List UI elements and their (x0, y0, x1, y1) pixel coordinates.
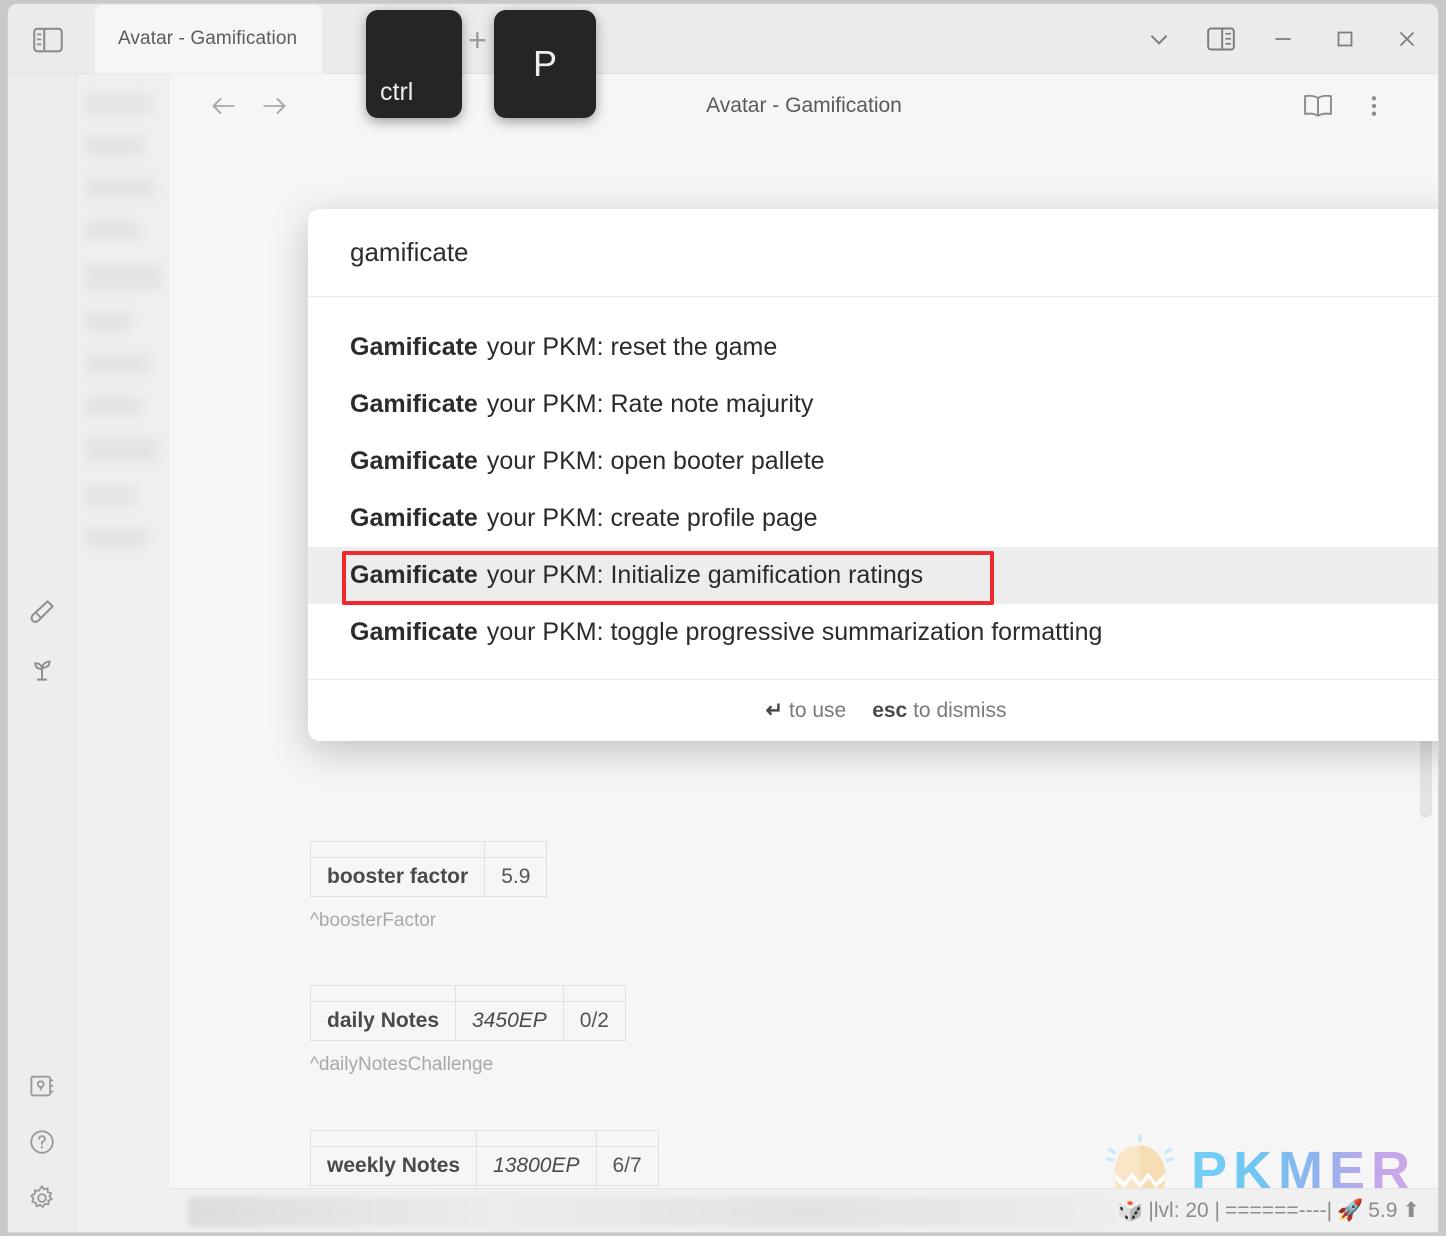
app-window: Avatar - Gamification Avatar - Gamificat… (8, 4, 1438, 1232)
dice-icon: 🎲 (1117, 1198, 1144, 1222)
sidebar-toggle-icon[interactable] (28, 21, 68, 59)
file-item-redacted (84, 528, 148, 548)
palette-item-label: your PKM: create profile page (486, 504, 818, 532)
help-circle-icon[interactable] (22, 1122, 62, 1162)
palette-item-label: your PKM: open booter pallete (486, 447, 825, 475)
esc-hint-text: to dismiss (913, 698, 1007, 722)
keycap-ctrl: ctrl (366, 10, 462, 118)
enter-hint-text: to use (788, 699, 847, 722)
palette-item[interactable]: Gamificate your PKM: create profile page (308, 490, 1438, 547)
tab-avatar-gamification[interactable]: Avatar - Gamification (94, 4, 324, 74)
palette-item-label: your PKM: toggle progressive summarizati… (486, 618, 1103, 646)
tab-strip: Avatar - Gamification (94, 4, 324, 74)
up-arrow-icon: ⬆ (1402, 1199, 1420, 1222)
palette-item-prefix: Gamificate (350, 561, 478, 589)
sprout-icon[interactable] (22, 649, 62, 689)
palette-enter-hint: ↵ to use (766, 698, 847, 723)
palette-footer: ↵ to use esc to dismiss (308, 679, 1438, 741)
file-item-redacted (84, 312, 132, 332)
palette-item-selected[interactable]: Gamificate your PKM: Initialize gamifica… (308, 547, 1438, 604)
palette-results-list: Gamificate your PKM: reset the game Gami… (308, 297, 1438, 671)
command-palette[interactable]: Gamificate your PKM: reset the game Gami… (308, 209, 1438, 741)
gamification-status[interactable]: 🎲 |lvl: 20 | ======----| 🚀 5.9 ⬆ (1117, 1198, 1420, 1223)
palette-item[interactable]: Gamificate your PKM: reset the game (308, 319, 1438, 376)
xp-progress-track: ======----| (1225, 1198, 1333, 1222)
pen-icon[interactable] (22, 592, 62, 632)
keycap-p-label: P (532, 43, 557, 84)
file-item-redacted (84, 178, 156, 198)
palette-input-row[interactable] (308, 209, 1438, 297)
file-item-redacted (84, 136, 144, 156)
palette-esc-hint: esc to dismiss (872, 699, 1006, 723)
main-view: Avatar - Gamification booster factor 5.9… (170, 74, 1438, 1188)
file-explorer-sidebar[interactable] (76, 74, 170, 1232)
palette-item-prefix: Gamificate (350, 618, 478, 646)
title-bar: Avatar - Gamification (8, 4, 1438, 74)
left-ribbon (8, 74, 76, 1232)
rocket-icon: 🚀 (1337, 1198, 1364, 1222)
level-text: |lvl: 20 | (1148, 1198, 1221, 1222)
palette-item-prefix: Gamificate (350, 390, 478, 418)
vault-icon[interactable] (22, 1066, 62, 1106)
enter-key-glyph: ↵ (765, 699, 784, 722)
palette-item-label: your PKM: reset the game (486, 333, 778, 361)
palette-item-label: your PKM: Initialize gamification rating… (486, 561, 924, 589)
command-search-input[interactable] (350, 237, 1422, 268)
palette-item[interactable]: Gamificate your PKM: toggle progressive … (308, 604, 1438, 661)
keycap-ctrl-label: ctrl (380, 78, 414, 106)
keycap-plus-separator: + (468, 22, 487, 58)
status-bar: 🎲 |lvl: 20 | ======----| 🚀 5.9 ⬆ (170, 1188, 1438, 1232)
modal-backdrop[interactable]: Gamificate your PKM: reset the game Gami… (170, 74, 1438, 1188)
file-item-redacted (84, 264, 162, 290)
file-item-redacted (84, 396, 142, 416)
split-pane-icon[interactable] (1190, 4, 1252, 74)
status-bar-redacted-text (188, 1197, 1118, 1227)
keycap-p: P (494, 10, 596, 118)
palette-item-prefix: Gamificate (350, 447, 478, 475)
palette-item-label: your PKM: Rate note majurity (486, 390, 814, 418)
file-item-redacted (84, 438, 158, 462)
palette-item-prefix: Gamificate (350, 333, 478, 361)
maximize-icon[interactable] (1314, 4, 1376, 74)
palette-item-prefix: Gamificate (350, 504, 478, 532)
esc-key-glyph: esc (872, 698, 908, 722)
tab-label: Avatar - Gamification (118, 28, 298, 49)
file-item-redacted (84, 94, 152, 114)
file-item-redacted (84, 486, 136, 506)
booster-value: 5.9 (1368, 1198, 1398, 1222)
file-item-redacted (84, 220, 140, 240)
gear-icon[interactable] (22, 1178, 62, 1218)
minimize-icon[interactable] (1252, 4, 1314, 74)
window-controls (1128, 4, 1438, 74)
tab-list-chevron-icon[interactable] (1128, 4, 1190, 74)
palette-item[interactable]: Gamificate your PKM: open booter pallete (308, 433, 1438, 490)
palette-item[interactable]: Gamificate your PKM: Rate note majurity (308, 376, 1438, 433)
file-item-redacted (84, 354, 150, 374)
close-icon[interactable] (1376, 4, 1438, 74)
